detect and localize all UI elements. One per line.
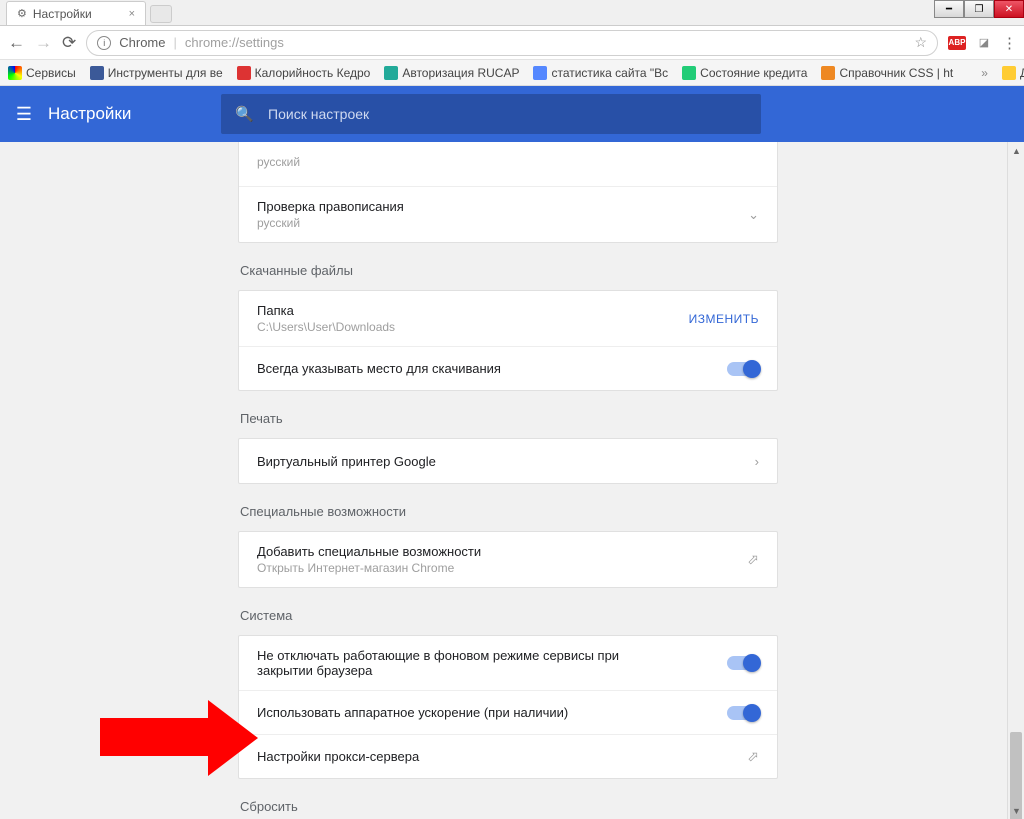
minimize-button[interactable]: ━ <box>934 0 964 18</box>
tab-title: Настройки <box>33 7 92 21</box>
scroll-up-icon[interactable]: ▲ <box>1008 142 1024 159</box>
system-card: Не отключать работающие в фоновом режиме… <box>238 635 778 779</box>
url-text: chrome://settings <box>185 35 284 50</box>
browser-menu-button[interactable]: ⋮ <box>1002 34 1016 52</box>
page-title: Настройки <box>48 104 131 124</box>
bookmark-item[interactable]: Сервисы <box>8 66 76 80</box>
chevron-right-icon: › <box>755 454 759 469</box>
url-scheme: Chrome <box>119 35 165 50</box>
browser-toolbar: ← → ⟳ i Chrome | chrome://settings ☆ ABP… <box>0 26 1024 60</box>
external-link-icon: ⬀ <box>747 748 759 765</box>
settings-search[interactable]: 🔍 <box>221 94 761 134</box>
tab-close-icon[interactable]: × <box>129 8 135 20</box>
bg-apps-row: Не отключать работающие в фоновом режиме… <box>239 636 777 690</box>
cloud-print-row[interactable]: Виртуальный принтер Google › <box>239 439 777 483</box>
language-card: русский Проверка правописания русский ⌄ <box>238 142 778 243</box>
new-tab-button[interactable] <box>150 5 172 23</box>
bookmark-item[interactable]: статистика сайта "Вс <box>533 66 668 80</box>
section-a11y: Специальные возможности <box>240 504 778 519</box>
address-bar[interactable]: i Chrome | chrome://settings ☆ <box>86 30 938 56</box>
bookmark-item[interactable]: Инструменты для ве <box>90 66 223 80</box>
a11y-card: Добавить специальные возможности Открыть… <box>238 531 778 588</box>
scrollbar[interactable]: ▲ ▼ <box>1007 142 1024 819</box>
close-button[interactable]: ✕ <box>994 0 1024 18</box>
toggle-hw-accel[interactable] <box>727 706 759 720</box>
browser-tab[interactable]: ⚙ Настройки × <box>6 1 146 25</box>
gear-icon: ⚙ <box>17 7 27 20</box>
bookmark-star-icon[interactable]: ☆ <box>914 34 927 51</box>
other-bookmarks[interactable]: Другие закладки <box>1002 66 1024 80</box>
scroll-down-icon[interactable]: ▼ <box>1008 802 1024 819</box>
downloads-folder-row: Папка C:\Users\User\Downloads ИЗМЕНИТЬ <box>239 291 777 346</box>
section-downloads: Скачанные файлы <box>240 263 778 278</box>
section-system: Система <box>240 608 778 623</box>
toggle-ask-location[interactable] <box>727 362 759 376</box>
spellcheck-row[interactable]: Проверка правописания русский ⌄ <box>239 186 777 242</box>
search-icon: 🔍 <box>235 105 254 123</box>
extension-icon[interactable]: ◪ <box>976 35 992 51</box>
add-a11y-row[interactable]: Добавить специальные возможности Открыть… <box>239 532 777 587</box>
tab-strip: ⚙ Настройки × <box>0 0 1024 26</box>
bookmarks-bar: Сервисы Инструменты для ве Калорийность … <box>0 60 1024 86</box>
external-link-icon: ⬀ <box>747 551 759 568</box>
bookmark-item[interactable]: Состояние кредита <box>682 66 807 80</box>
forward-button[interactable]: → <box>35 33 52 53</box>
abp-extension-icon[interactable]: ABP <box>948 36 966 50</box>
window-controls: ━ ❐ ✕ <box>934 0 1024 18</box>
change-folder-button[interactable]: ИЗМЕНИТЬ <box>689 312 759 326</box>
maximize-button[interactable]: ❐ <box>964 0 994 18</box>
bookmark-item[interactable]: Калорийность Кедро <box>237 66 371 80</box>
toggle-bg-apps[interactable] <box>727 656 759 670</box>
bookmarks-overflow-icon[interactable]: » <box>981 66 988 80</box>
chevron-down-icon: ⌄ <box>748 207 759 223</box>
menu-icon[interactable]: ☰ <box>0 104 48 125</box>
print-card: Виртуальный принтер Google › <box>238 438 778 484</box>
reload-button[interactable]: ⟳ <box>62 33 76 53</box>
bookmark-item[interactable]: Справочник CSS | ht <box>821 66 953 80</box>
back-button[interactable]: ← <box>8 33 25 53</box>
settings-header: ☰ Настройки 🔍 <box>0 86 1024 142</box>
site-info-icon[interactable]: i <box>97 36 111 50</box>
settings-search-input[interactable] <box>268 106 747 122</box>
section-print: Печать <box>240 411 778 426</box>
section-reset: Сбросить <box>240 799 778 814</box>
downloads-card: Папка C:\Users\User\Downloads ИЗМЕНИТЬ В… <box>238 290 778 391</box>
proxy-row[interactable]: Настройки прокси-сервера ⬀ <box>239 734 777 778</box>
downloads-ask-row: Всегда указывать место для скачивания <box>239 346 777 390</box>
hw-accel-row: Использовать аппаратное ускорение (при н… <box>239 690 777 734</box>
bookmark-item[interactable]: Авторизация RUCAP <box>384 66 519 80</box>
